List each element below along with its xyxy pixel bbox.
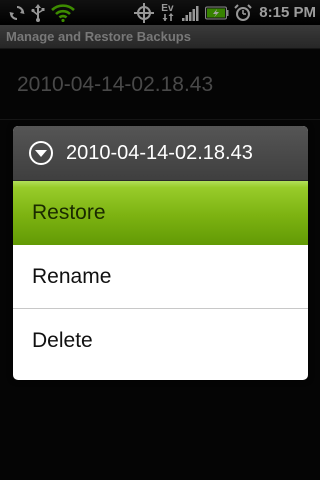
dialog-title: 2010-04-14-02.18.43	[66, 141, 253, 164]
delete-menu-item[interactable]: Delete	[13, 309, 308, 373]
restore-label: Restore	[32, 201, 106, 224]
context-menu-dialog: 2010-04-14-02.18.43 Restore Rename Delet…	[13, 126, 308, 380]
chevron-down-icon	[28, 140, 54, 166]
rename-label: Rename	[32, 264, 112, 288]
restore-menu-item[interactable]: Restore	[13, 181, 308, 245]
delete-label: Delete	[32, 329, 93, 352]
dialog-header: 2010-04-14-02.18.43	[13, 126, 308, 181]
rename-menu-item[interactable]: Rename	[13, 245, 308, 309]
